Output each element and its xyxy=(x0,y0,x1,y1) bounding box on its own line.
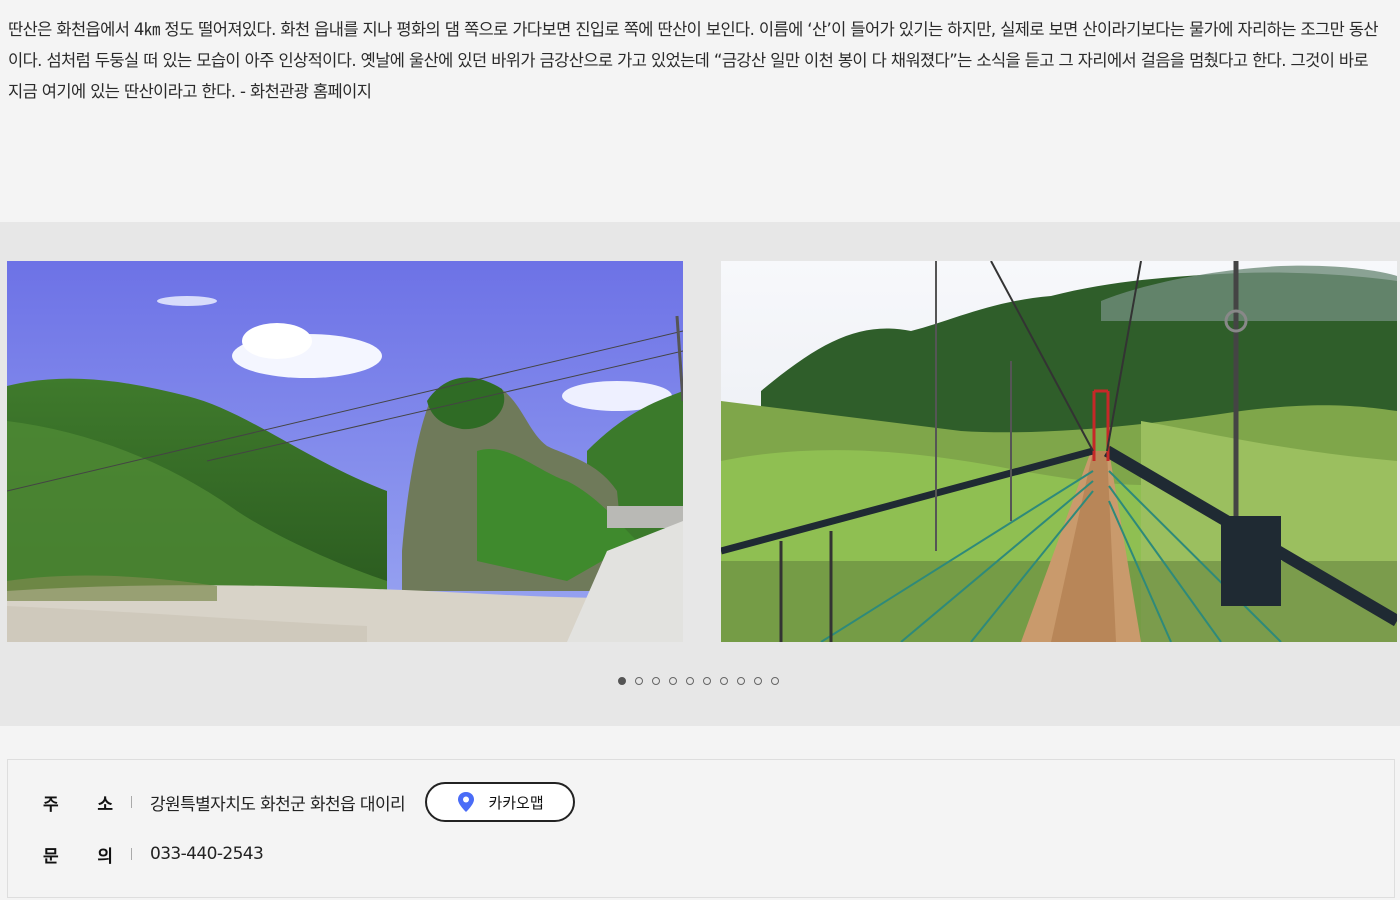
carousel-dot-7[interactable] xyxy=(719,677,728,685)
carousel-dot-8[interactable] xyxy=(736,677,745,685)
address-row: 주 소 강원특별자치도 화천군 화천읍 대이리 카카오맵 xyxy=(8,782,576,822)
contact-label: 문 의 xyxy=(43,842,113,867)
carousel-dot-1[interactable] xyxy=(617,677,626,685)
carousel-dot-10[interactable] xyxy=(770,677,779,685)
slide-suspension-bridge-photo[interactable] xyxy=(721,261,1397,642)
rock-mountain-photo xyxy=(7,261,683,642)
photo-gallery[interactable] xyxy=(0,222,1400,726)
suspension-bridge-photo xyxy=(721,261,1397,642)
contact-label-char-2: 의 xyxy=(97,846,113,867)
kakao-map-label: 카카오맵 xyxy=(488,793,544,812)
place-info-box: 주 소 강원특별자치도 화천군 화천읍 대이리 카카오맵 문 의 033-440… xyxy=(7,759,1395,898)
carousel-dot-6[interactable] xyxy=(702,677,711,685)
map-pin-icon xyxy=(458,792,475,812)
slide-rock-mountain-photo[interactable] xyxy=(7,261,683,642)
carousel-dot-3[interactable] xyxy=(651,677,660,685)
kakao-map-button[interactable]: 카카오맵 xyxy=(425,782,576,822)
contact-row: 문 의 033-440-2543 xyxy=(8,834,264,874)
address-label-char-1: 주 xyxy=(43,794,59,815)
phone-value: 033-440-2543 xyxy=(150,844,264,864)
address-label: 주 소 xyxy=(43,790,113,815)
description-text: 딴산은 화천읍에서 4㎞ 정도 떨어져있다. 화천 읍내를 지나 평화의 댐 쪽… xyxy=(8,20,1379,101)
divider xyxy=(131,848,132,860)
carousel-dot-2[interactable] xyxy=(634,677,643,685)
carousel-dot-5[interactable] xyxy=(685,677,694,685)
address-value: 강원특별자치도 화천군 화천읍 대이리 xyxy=(150,794,406,815)
contact-label-char-1: 문 xyxy=(43,846,59,867)
carousel-dot-9[interactable] xyxy=(753,677,762,685)
address-label-char-2: 소 xyxy=(97,794,113,815)
carousel-dot-4[interactable] xyxy=(668,677,677,685)
carousel-pagination xyxy=(0,677,1400,685)
divider xyxy=(131,796,132,808)
